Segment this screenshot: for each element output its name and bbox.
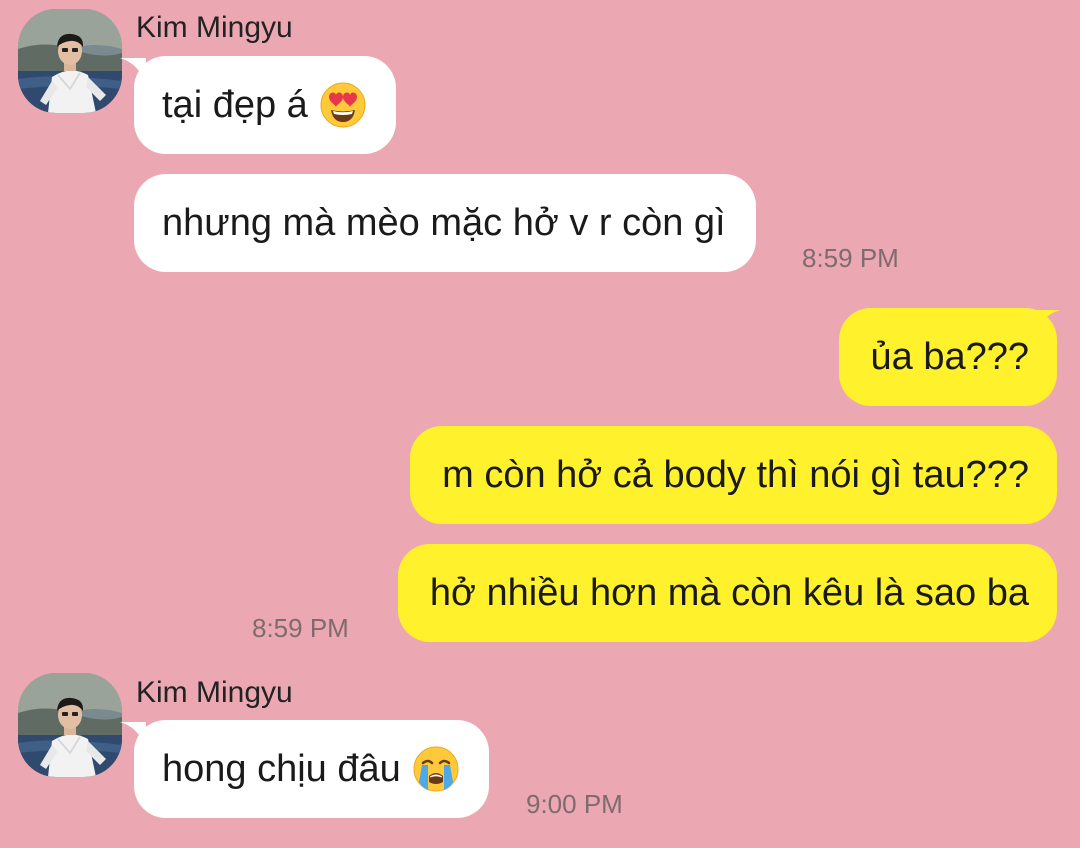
message-text: tại đẹp á: [162, 83, 308, 126]
message-text: nhưng mà mèo mặc hở v r còn gì: [162, 201, 726, 244]
message-bubble-outgoing[interactable]: ủa ba???: [838, 308, 1057, 406]
message-timestamp: 8:59 PM: [252, 613, 349, 643]
crying-emoji: [413, 746, 459, 792]
message-bubble-incoming[interactable]: hong chịu đâu: [134, 720, 489, 818]
message-bubble-incoming[interactable]: tại đẹp á: [134, 56, 396, 154]
message-bubble-outgoing[interactable]: hở nhiều hơn mà còn kêu là sao ba: [397, 544, 1057, 642]
heart-eyes-emoji: [320, 82, 366, 128]
message-timestamp: 8:59 PM: [802, 243, 899, 273]
chat-conversation: Kim Mingyu tại đẹp á nhưng mà mèo mặc hở…: [0, 0, 1080, 848]
sender-name: Kim Mingyu: [136, 11, 293, 44]
sender-avatar[interactable]: [18, 673, 122, 777]
message-text: ủa ba???: [870, 335, 1030, 378]
sender-name: Kim Mingyu: [136, 676, 293, 709]
sender-avatar[interactable]: [18, 9, 122, 113]
message-bubble-outgoing[interactable]: m còn hở cả body thì nói gì tau???: [410, 426, 1057, 524]
message-text: hở nhiều hơn mà còn kêu là sao ba: [429, 571, 1029, 614]
message-text: m còn hở cả body thì nói gì tau???: [442, 453, 1029, 496]
message-text: hong chịu đâu: [162, 747, 401, 790]
message-bubble-incoming[interactable]: nhưng mà mèo mặc hở v r còn gì: [134, 174, 756, 272]
message-timestamp: 9:00 PM: [526, 789, 623, 819]
